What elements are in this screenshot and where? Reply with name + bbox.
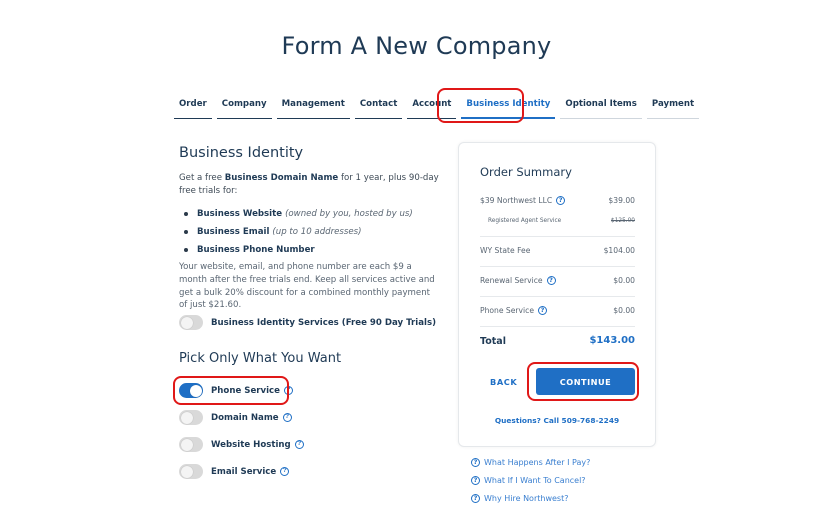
domain-name-toggle[interactable] xyxy=(179,410,203,425)
tab-company[interactable]: Company xyxy=(216,97,272,119)
list-item: Business Phone Number xyxy=(183,241,413,259)
summary-amount: $0.00 xyxy=(613,276,635,285)
phone-service-toggle[interactable] xyxy=(179,383,203,398)
intro-bold: Business Domain Name xyxy=(224,173,339,183)
faq-label: What If I Want To Cancel? xyxy=(484,476,586,485)
email-service-label: Email Service xyxy=(211,466,277,477)
feature-note: (owned by you, hosted by us) xyxy=(285,209,413,219)
intro-prefix: Get a free xyxy=(179,173,225,183)
order-summary-card: Order Summary $39 Northwest LLC? $39.00 … xyxy=(458,142,656,447)
phone-service-row: Phone Service ? xyxy=(179,383,293,398)
summary-label: $39 Northwest LLC xyxy=(480,196,553,205)
order-summary-title: Order Summary xyxy=(480,165,572,179)
page-title: Form A New Company xyxy=(281,32,552,60)
business-identity-heading: Business Identity xyxy=(179,145,304,161)
divider xyxy=(480,236,635,237)
domain-name-row: Domain Name ? xyxy=(179,410,292,425)
summary-amount: $125.00 xyxy=(611,218,635,224)
list-item: Business Website (owned by you, hosted by… xyxy=(183,205,413,223)
tab-account[interactable]: Account xyxy=(407,97,457,119)
faq-label: What Happens After I Pay? xyxy=(484,458,591,467)
toggle-knob xyxy=(180,465,193,478)
email-service-toggle[interactable] xyxy=(179,464,203,479)
email-service-row: Email Service ? xyxy=(179,464,290,479)
divider xyxy=(480,296,635,297)
tab-contact[interactable]: Contact xyxy=(354,97,403,119)
toggle-knob xyxy=(180,411,193,424)
tab-business-identity[interactable]: Business Identity xyxy=(461,97,556,119)
toggle-knob xyxy=(180,438,193,451)
phone-service-label: Phone Service xyxy=(211,385,280,396)
website-hosting-toggle[interactable] xyxy=(179,437,203,452)
help-icon[interactable]: ? xyxy=(294,440,304,449)
bullet-icon xyxy=(184,230,188,234)
total-label: Total xyxy=(480,336,506,347)
tab-payment[interactable]: Payment xyxy=(646,97,700,119)
feature-name: Business Phone Number xyxy=(197,245,315,255)
bullet-icon xyxy=(184,212,188,216)
feature-name: Business Email xyxy=(197,227,270,237)
help-icon[interactable]: ? xyxy=(280,467,290,476)
intro-text: Get a free Business Domain Name for 1 ye… xyxy=(179,172,439,197)
tab-management[interactable]: Management xyxy=(276,97,350,119)
list-item: Business Email (up to 10 addresses) xyxy=(183,223,413,241)
pricing-description: Your website, email, and phone number ar… xyxy=(179,262,435,311)
divider xyxy=(480,266,635,267)
summary-label: Registered Agent Service xyxy=(488,218,562,224)
feature-name: Business Website xyxy=(197,209,283,219)
tab-order[interactable]: Order xyxy=(174,97,212,119)
business-identity-toggle-label: Business Identity Services (Free 90 Day … xyxy=(211,317,437,328)
faq-link-why-hire[interactable]: ? Why Hire Northwest? xyxy=(471,494,568,503)
business-identity-toggle-row: Business Identity Services (Free 90 Day … xyxy=(179,315,436,330)
website-hosting-label: Website Hosting xyxy=(211,439,291,450)
faq-label: Why Hire Northwest? xyxy=(484,494,569,503)
website-hosting-row: Website Hosting ? xyxy=(179,437,304,452)
summary-label: Phone Service xyxy=(480,306,535,315)
faq-link-cancel[interactable]: ? What If I Want To Cancel? xyxy=(471,476,586,485)
summary-amount: $0.00 xyxy=(613,306,635,315)
continue-button[interactable]: CONTINUE xyxy=(536,368,635,395)
business-identity-toggle[interactable] xyxy=(179,315,203,330)
help-icon: ? xyxy=(471,458,480,467)
summary-amount: $104.00 xyxy=(603,246,635,255)
step-tabs: Order Company Management Contact Account… xyxy=(174,97,704,119)
pick-heading: Pick Only What You Want xyxy=(179,351,342,366)
feature-list: Business Website (owned by you, hosted by… xyxy=(183,205,413,259)
help-icon: ? xyxy=(471,476,480,485)
faq-link-after-pay[interactable]: ? What Happens After I Pay? xyxy=(471,458,590,467)
toggle-knob xyxy=(189,384,202,397)
summary-label: WY State Fee xyxy=(480,246,531,255)
total-amount: $143.00 xyxy=(589,335,635,346)
summary-amount: $39.00 xyxy=(608,196,635,205)
summary-label: Renewal Service xyxy=(480,276,543,285)
back-button[interactable]: BACK xyxy=(490,377,517,387)
feature-note: (up to 10 addresses) xyxy=(272,227,362,237)
domain-name-label: Domain Name xyxy=(211,412,279,423)
help-icon[interactable]: ? xyxy=(284,386,293,395)
toggle-knob xyxy=(180,316,193,329)
help-icon[interactable]: ? xyxy=(546,276,556,285)
tab-optional-items[interactable]: Optional Items xyxy=(560,97,642,119)
help-icon[interactable]: ? xyxy=(282,413,292,422)
divider xyxy=(480,326,635,327)
help-icon[interactable]: ? xyxy=(556,196,566,205)
bullet-icon xyxy=(184,248,188,252)
questions-phone-link[interactable]: Questions? Call 509-768-2249 xyxy=(459,416,655,425)
help-icon[interactable]: ? xyxy=(538,306,548,315)
help-icon: ? xyxy=(471,494,480,503)
